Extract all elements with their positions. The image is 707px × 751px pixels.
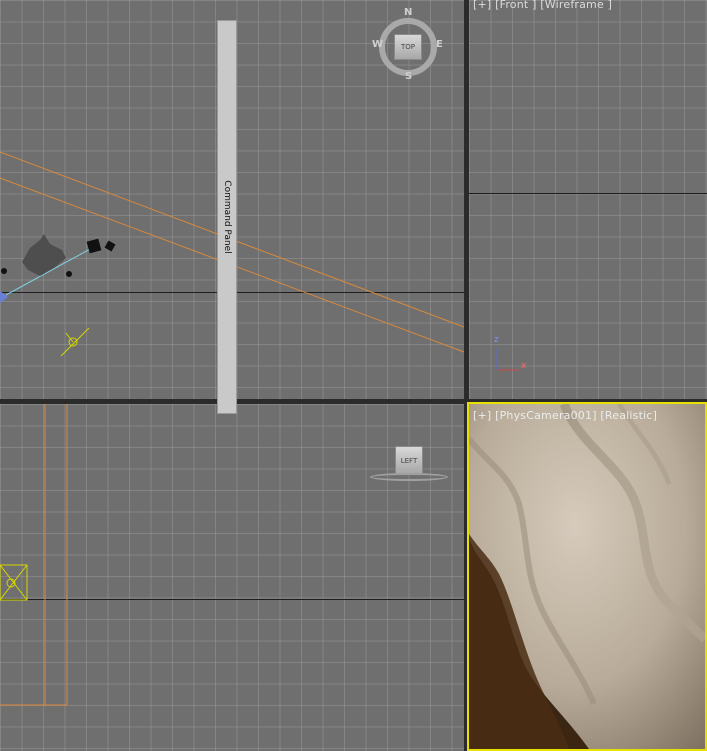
object-silhouette [22,234,66,276]
target-point [1,268,7,274]
axis-x-label: x [521,361,527,371]
front-viewport[interactable]: [+] [Front ] [Wireframe ] z x [469,0,707,399]
camera-viewport[interactable]: [+] [PhysCamera001] [Realistic] [467,402,707,751]
viewcube-face[interactable]: LEFT [395,446,423,474]
light-helper-box [0,564,28,601]
viewcube-left[interactable]: LEFT [370,446,448,486]
compass-e: E [436,39,443,50]
viewcube-face[interactable]: TOP [394,34,422,60]
light-helper [60,327,90,357]
compass-n: N [404,7,413,18]
axis-z-label: z [494,335,499,345]
compass-s: S [405,71,413,82]
camera-lens [104,240,116,252]
compass-w: W [372,39,384,50]
axis-gizmo [496,348,519,371]
target-point [66,271,72,277]
left-viewport[interactable]: LEFT [0,404,464,751]
command-panel-label: Command Panel [222,180,232,254]
rendered-cloth [469,404,705,749]
compass-ring[interactable] [370,473,448,481]
camera-target-marker [0,291,8,303]
camera-body [86,238,102,254]
command-panel[interactable]: Command Panel [217,20,237,414]
viewport-label[interactable]: [+] [PhysCamera001] [Realistic] [473,409,657,422]
viewcube-top[interactable]: N S E W TOP [372,7,443,82]
